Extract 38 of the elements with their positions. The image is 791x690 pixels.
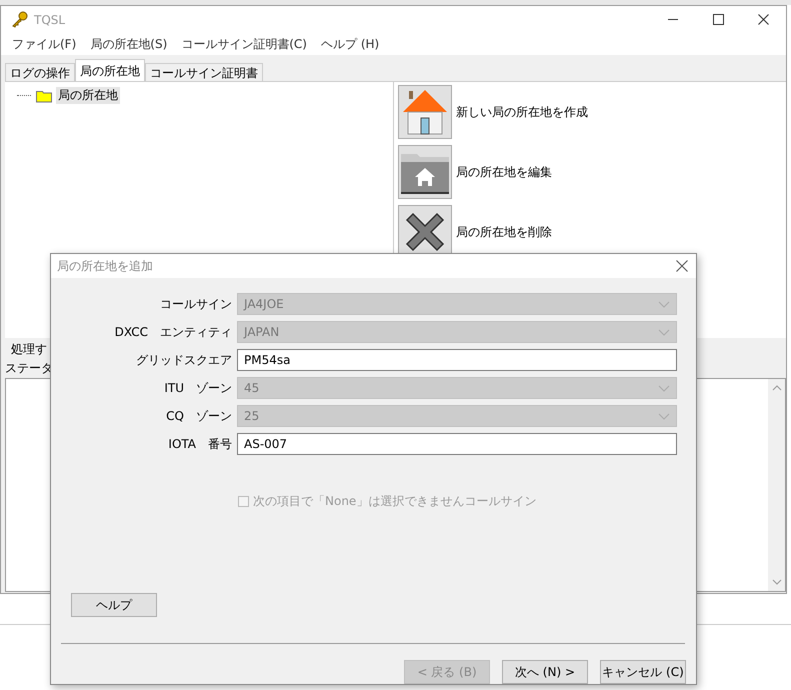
action-label: 局の所在地を編集 — [456, 164, 552, 180]
dialog-button[interactable]: 次へ (N) > — [502, 660, 588, 684]
menu-item[interactable]: ファイル(F) — [5, 36, 84, 52]
field-label: ITU ゾーン — [163, 380, 232, 396]
scroll-down-icon — [772, 579, 782, 585]
chevron-icon — [658, 384, 670, 392]
input-field[interactable]: PM54sa — [237, 349, 677, 371]
chevron-icon — [658, 412, 670, 420]
field-label: CQ ゾーン — [165, 408, 232, 424]
menu-item[interactable]: ヘルプ (H) — [314, 36, 386, 52]
chevron-icon — [658, 300, 670, 308]
input-field[interactable]: AS-007 — [237, 433, 677, 455]
menu-item[interactable]: 局の所在地(S) — [83, 36, 174, 52]
close-icon — [758, 14, 769, 25]
tab[interactable]: 局の所在地 — [75, 59, 145, 81]
scrollbar[interactable] — [768, 379, 785, 591]
key-icon — [11, 11, 28, 28]
menu-item[interactable]: コールサイン証明書(C) — [174, 36, 314, 52]
dialog-title: 局の所在地を追加 — [57, 258, 153, 274]
window-title: TQSL — [34, 12, 66, 26]
action-label: 新しい局の所在地を作成 — [456, 104, 588, 120]
field-label: コールサイン — [159, 296, 232, 312]
chevron-icon — [658, 328, 670, 336]
action-button[interactable] — [398, 145, 452, 199]
tab[interactable]: ログの操作 — [5, 63, 75, 81]
action-label: 局の所在地を削除 — [456, 224, 552, 240]
close-icon[interactable] — [676, 260, 688, 272]
folder-icon — [36, 88, 53, 102]
help-button[interactable]: ヘルプ — [71, 593, 157, 617]
field-label: グリッドスクエア — [135, 352, 232, 368]
scroll-up-icon — [772, 385, 782, 391]
section-label: 処理す — [11, 340, 47, 358]
field-label: DXCC エンティティ — [114, 324, 232, 340]
tab[interactable]: コールサイン証明書 — [145, 63, 263, 81]
checkbox-label: 次の項目で「None」は選択できませんコールサイン — [253, 492, 536, 510]
field-label: IOTA 番号 — [167, 436, 232, 452]
dialog-button[interactable]: キャンセル (C) — [600, 660, 686, 684]
maximize-icon — [713, 14, 724, 25]
